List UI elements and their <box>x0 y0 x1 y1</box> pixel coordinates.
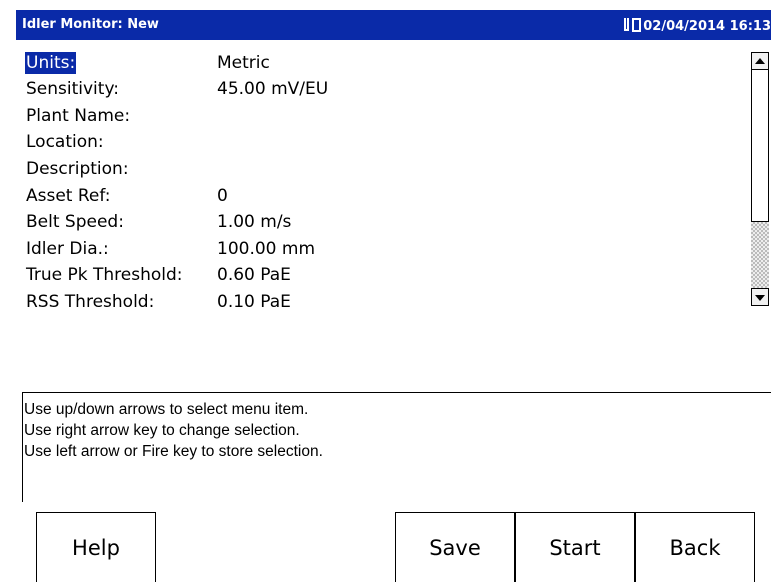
setting-label-sensitivity: Sensitivity: <box>26 79 119 99</box>
setting-label-idler-dia: Idler Dia.: <box>26 239 109 259</box>
vertical-scrollbar[interactable] <box>749 48 771 310</box>
scroll-up-button[interactable] <box>751 52 769 70</box>
title-bar: Idler Monitor: New 02/04/2014 16:13 <box>16 10 771 40</box>
setting-value-units: Metric <box>217 53 270 73</box>
help-line: Use left arrow or Fire key to store sele… <box>24 443 323 460</box>
save-button[interactable]: Save <box>395 512 515 582</box>
start-button[interactable]: Start <box>515 512 635 582</box>
help-button[interactable]: Help <box>36 512 156 582</box>
datetime-display: 02/04/2014 16:13 <box>624 17 771 34</box>
setting-label-asset-ref: Asset Ref: <box>26 186 111 206</box>
setting-label-true-pk-threshold: True Pk Threshold: <box>26 265 183 285</box>
setting-label-rss-threshold: RSS Threshold: <box>26 292 155 312</box>
setting-label-belt-speed: Belt Speed: <box>26 212 124 232</box>
setting-value-belt-speed: 1.00 m/s <box>217 212 292 232</box>
setting-label-location: Location: <box>26 132 104 152</box>
settings-list: Units: Metric Sensitivity: 45.00 mV/EU P… <box>16 40 771 392</box>
back-button[interactable]: Back <box>635 512 755 582</box>
scroll-down-arrow-icon <box>755 295 765 301</box>
window-title: Idler Monitor: New <box>22 17 159 32</box>
setting-value-sensitivity: 45.00 mV/EU <box>217 79 329 99</box>
help-line: Use right arrow key to change selection. <box>24 422 300 439</box>
top-border <box>0 0 771 10</box>
scrollbar-thumb[interactable] <box>751 70 769 222</box>
battery-plug-icon <box>624 17 642 33</box>
setting-label-units: Units: <box>23 51 78 75</box>
setting-value-true-pk-threshold: 0.60 PaE <box>217 265 291 285</box>
setting-label-description: Description: <box>26 159 129 179</box>
datetime-text: 02/04/2014 16:13 <box>643 19 771 34</box>
setting-label-plant-name: Plant Name: <box>26 106 131 126</box>
setting-value-rss-threshold: 0.10 PaE <box>217 292 291 312</box>
setting-value-asset-ref: 0 <box>217 186 228 206</box>
scroll-down-button[interactable] <box>751 288 769 306</box>
scroll-up-arrow-icon <box>755 58 765 64</box>
help-text-panel: Use up/down arrows to select menu item. … <box>22 392 771 502</box>
setting-value-idler-dia: 100.00 mm <box>217 239 316 259</box>
scrollbar-track[interactable] <box>751 222 769 288</box>
help-line: Use up/down arrows to select menu item. <box>24 401 309 418</box>
